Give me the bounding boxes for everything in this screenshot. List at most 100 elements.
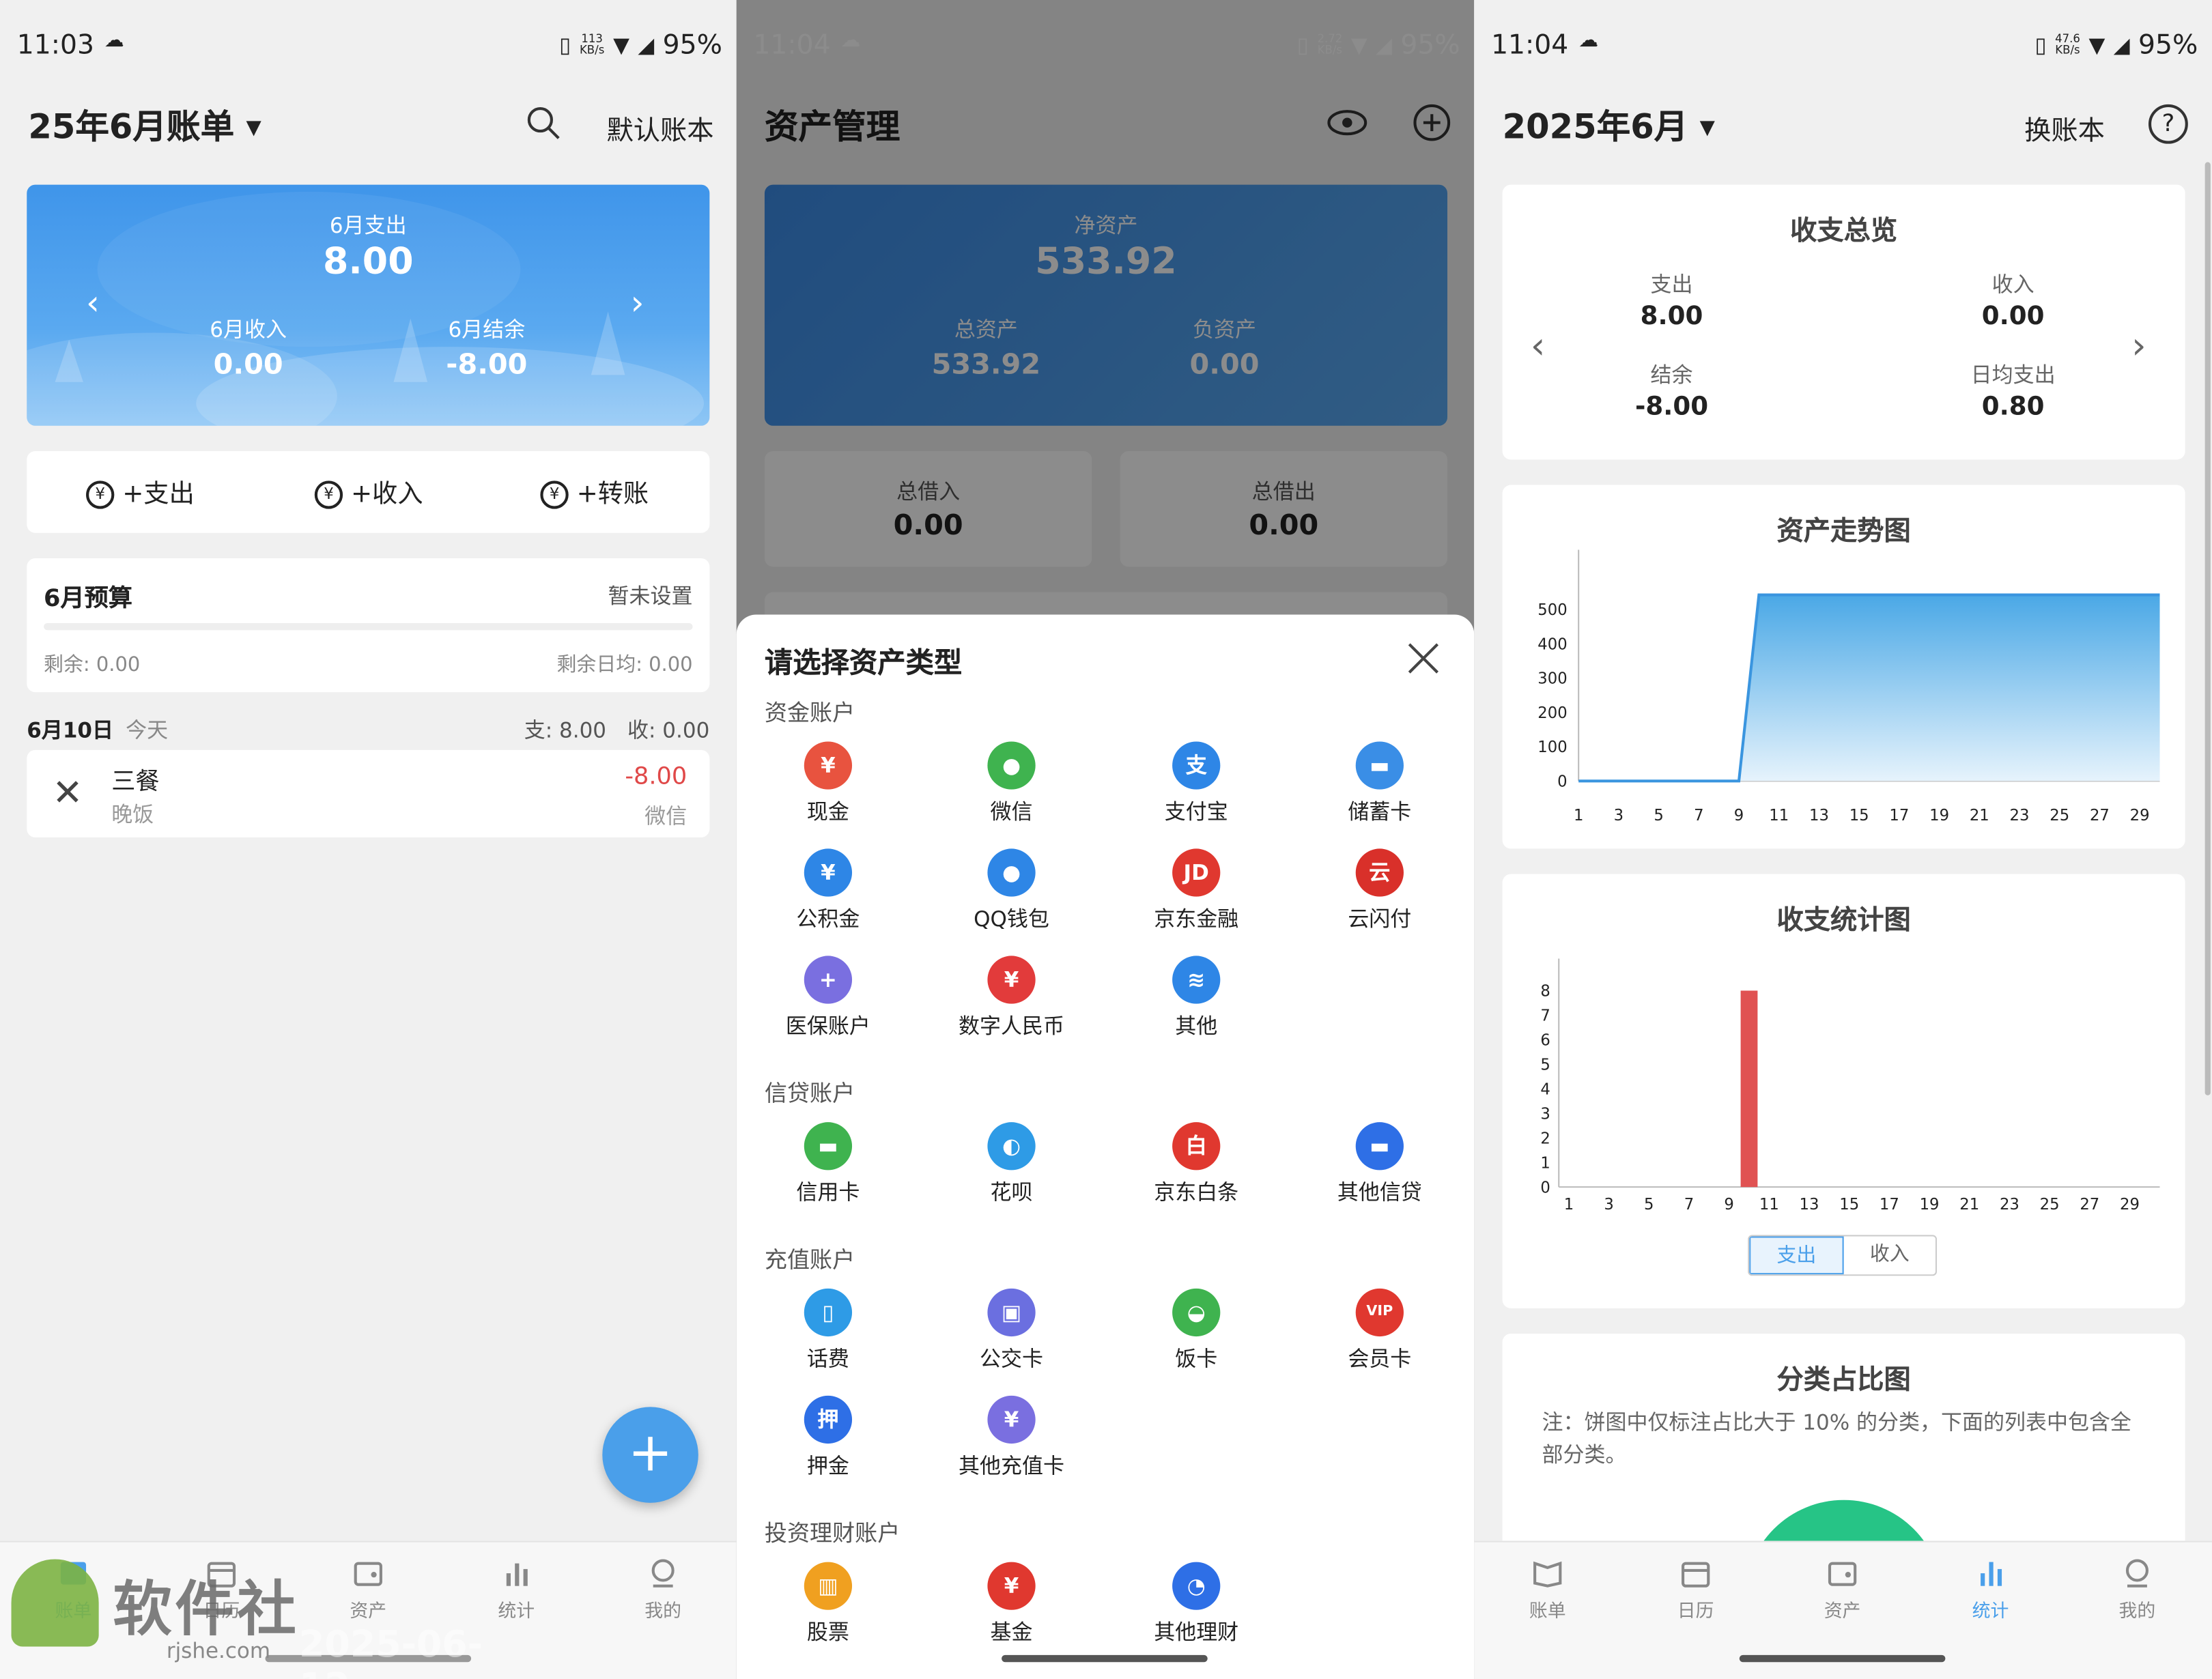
alipay-icon: 支 [1172,741,1221,790]
y-tick-label: 0 [1557,773,1567,791]
add-transfer-button[interactable]: ¥ +转账 [540,474,649,511]
asset-type-item[interactable]: ▣ 公交卡 [927,1288,1096,1373]
meal-card-icon: ◒ [1172,1288,1221,1337]
ov-expense-label: 支出 [1650,272,1693,298]
other-investment-icon: ◔ [1172,1562,1221,1610]
ov-income-value: 0.00 [1981,302,2045,332]
asset-type-item[interactable]: ▯ 话费 [743,1288,913,1373]
y-tick-label: 7 [1540,1007,1550,1025]
y-tick-label: 100 [1537,738,1567,756]
ov-daily-value: 0.80 [1981,392,2045,422]
asset-type-item[interactable]: ● 微信 [927,741,1096,826]
asset-type-label: 饭卡 [1175,1346,1218,1372]
add-record-fab[interactable]: + [602,1407,698,1503]
x-tick-label: 9 [1724,1196,1733,1214]
nav-asset-label: 资产 [1824,1601,1861,1623]
credit-card-icon: ▬ [804,1122,853,1171]
stats-month-selector[interactable]: 2025年6月 ▼ [1503,99,1715,148]
asset-type-item[interactable]: 白京东白条 [1111,1122,1281,1207]
record-account: 微信 [644,803,687,829]
asset-type-item[interactable]: ◔ 其他理财 [1111,1562,1281,1647]
asset-type-item[interactable]: 支支付宝 [1111,741,1281,826]
add-expense-button[interactable]: ¥ +支出 [86,474,195,511]
y-tick-label: 400 [1537,635,1567,653]
asset-type-item[interactable]: ● QQ钱包 [927,848,1096,933]
vibrate-icon: ▯ [559,32,571,58]
asset-type-item[interactable]: VIP 会员卡 [1295,1288,1464,1373]
section-title: 信贷账户 [764,1080,855,1107]
month-selector[interactable]: 25年6月账单 ▼ [28,99,261,148]
add-income-button[interactable]: ¥ +收入 [314,474,423,511]
next-month-icon[interactable]: › [631,283,644,323]
nav-stats[interactable]: 统计 [1941,1556,2040,1622]
asset-type-item[interactable]: ◒ 饭卡 [1111,1288,1281,1373]
nav-bill-label: 账单 [1529,1601,1566,1623]
nav-mine[interactable]: 我的 [614,1556,713,1622]
toggle-expense[interactable]: 支出 [1749,1236,1844,1275]
prev-month-icon[interactable]: ‹ [86,283,100,323]
asset-type-item[interactable]: ¥ 公积金 [743,848,913,933]
budget-card[interactable]: 6月预算 暂未设置 剩余: 0.00 剩余日均: 0.00 [27,558,710,693]
asset-type-item[interactable]: ¥ 其他充值卡 [927,1395,1096,1480]
search-icon[interactable] [525,104,562,141]
y-tick-label: 4 [1540,1081,1550,1099]
asset-trend-chart: 01002003004005001 3 5 7 9 11 13 15 17 19 21 23 25 27 2… [1537,549,2160,824]
asset-type-item[interactable]: ▬ 信用卡 [743,1122,913,1207]
balance-value: -8.00 [446,347,528,381]
x-tick-label: 29 [2120,1196,2140,1214]
cloud-icon: ☁ [1578,29,1599,53]
asset-type-label: 现金 [806,799,849,825]
asset-type-label: 基金 [990,1620,1033,1646]
nav-asset[interactable]: 资产 [1793,1556,1892,1622]
switch-book-button[interactable]: 换账本 [2024,110,2105,148]
asset-type-item[interactable]: ¥ 基金 [927,1562,1096,1647]
gesture-handle [1002,1654,1208,1663]
x-tick-label: 29 [2130,807,2150,824]
asset-type-item[interactable]: JD 京东金融 [1111,848,1281,933]
toggle-income[interactable]: 收入 [1844,1236,1936,1274]
asset-type-item[interactable]: ▥ 股票 [743,1562,913,1647]
asset-type-item[interactable]: ≋ 其他 [1111,956,1281,1040]
asset-type-item[interactable]: ¥ 现金 [743,741,913,826]
y-tick-label: 2 [1540,1130,1550,1147]
network-speed: 47.6 KB/s [2055,32,2080,57]
ov-balance-value: -8.00 [1634,392,1709,422]
quick-actions: ¥ +支出 ¥ +收入 ¥ +转账 [27,450,710,533]
status-bar: 11:03 ☁ ▯ 113 KB/s ▼ ◢ 95% [0,0,737,90]
stats-icon [1981,1562,2002,1586]
asset-type-item[interactable]: ▬ 储蓄卡 [1295,741,1464,826]
asset-type-label: 花呗 [990,1179,1033,1206]
status-time: 11:04 [1491,29,1569,61]
x-tick-label: 3 [1614,807,1623,824]
close-icon[interactable] [1405,640,1442,683]
record-item[interactable]: ✕ 三餐 晚饭 -8.00 微信 [27,749,710,837]
x-tick-label: 13 [1800,1196,1819,1214]
nav-calendar-label: 日历 [1677,1601,1714,1623]
asset-type-item[interactable]: ▬ 其他信贷 [1295,1122,1464,1207]
x-tick-label: 21 [1970,807,1989,824]
add-expense-label: +支出 [122,479,195,509]
nav-mine-label: 我的 [2118,1601,2156,1623]
nav-mine[interactable]: 我的 [2088,1556,2187,1622]
prev-icon[interactable]: ‹ [1531,326,1546,368]
network-speed: 113 KB/s [579,32,605,57]
add-income-label: +收入 [350,479,423,509]
account-book-label[interactable]: 默认账本 [607,110,714,148]
next-icon[interactable]: › [2131,326,2146,368]
bar-card: 收支统计图 0 1 2 3 4 5 6 7 8 1 3 5 7 9 11 13 15 17 19 21 23 25 27 29… [1502,874,2185,1308]
dropdown-icon: ▼ [1699,117,1715,140]
help-icon[interactable]: ? [2148,104,2188,144]
asset-type-item[interactable]: ◐ 花呗 [927,1122,1096,1207]
x-tick-label: 27 [2080,1196,2099,1214]
asset-type-sheet: 请选择资产类型 资金账户 ¥ 现金 ● 微信 支支付宝 ▬ 储蓄卡 ¥ 公积金 ● QQ钱包 JD 京东金… [736,614,1475,1679]
asset-type-item[interactable]: ¥ 数字人民币 [927,956,1096,1040]
asset-type-item[interactable]: + 医保账户 [743,956,913,1040]
day-today: 今天 [126,717,169,743]
vibrate-icon: ▯ [2034,32,2047,58]
budget-title: 6月预算 [44,585,132,614]
scrollbar[interactable] [2204,162,2211,1095]
nav-calendar[interactable]: 日历 [1646,1556,1745,1622]
asset-type-item[interactable]: 云云闪付 [1295,848,1464,933]
asset-type-item[interactable]: 押押金 [743,1395,913,1480]
nav-bill[interactable]: 账单 [1498,1556,1597,1622]
